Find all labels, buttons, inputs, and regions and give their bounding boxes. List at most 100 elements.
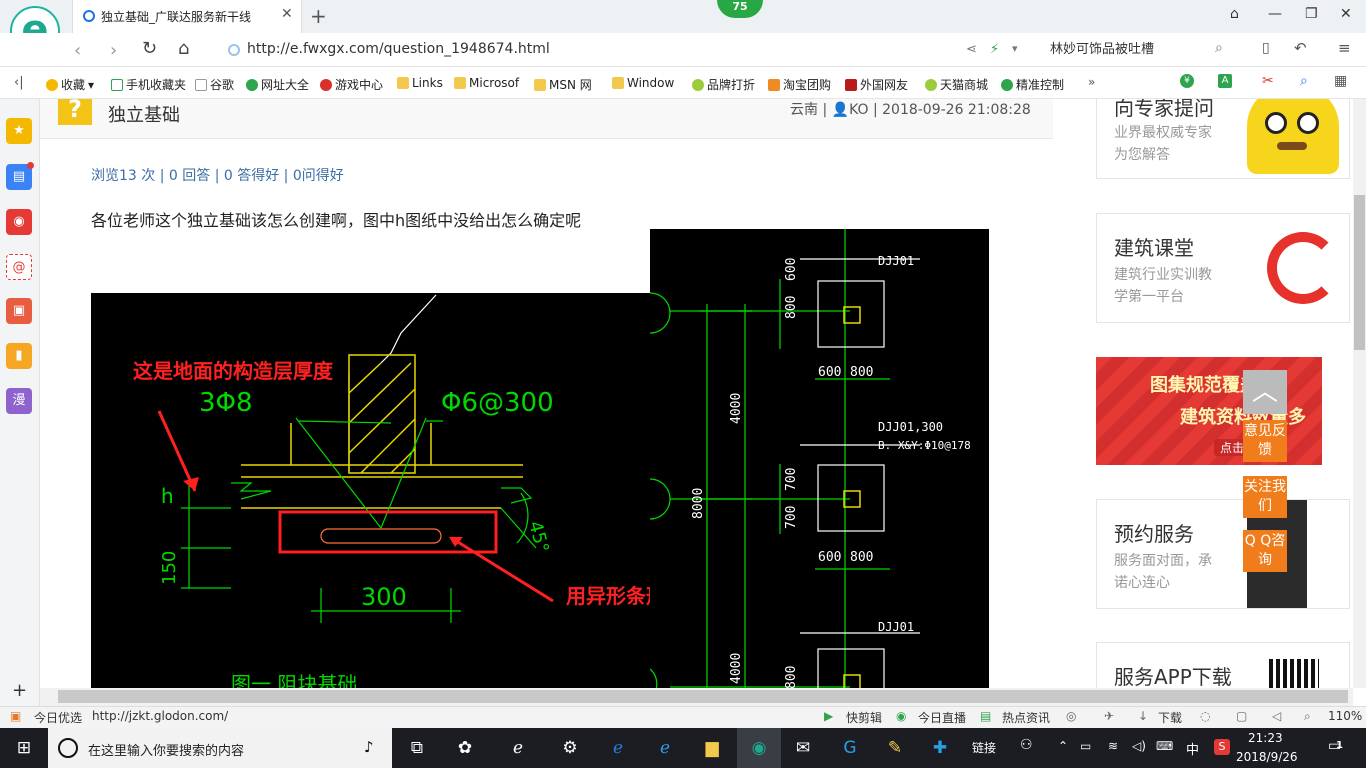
news-link[interactable]: 今日优选 bbox=[34, 709, 82, 726]
close-window-icon[interactable]: ✕ bbox=[1340, 6, 1352, 22]
live-link[interactable]: 今日直播 bbox=[918, 709, 966, 726]
weibo-icon[interactable]: ◉ bbox=[6, 209, 32, 235]
download-link[interactable]: 下载 bbox=[1158, 709, 1182, 726]
mail-icon[interactable]: @ bbox=[6, 254, 32, 280]
windows-start-icon[interactable]: ⊞ bbox=[9, 734, 39, 762]
volume-icon[interactable]: ◁) bbox=[1132, 739, 1146, 753]
scissors-icon[interactable]: ✂ bbox=[1262, 73, 1274, 89]
browser-status-icon[interactable]: ◌ bbox=[1200, 709, 1210, 723]
back-icon[interactable]: ‹ bbox=[74, 40, 81, 61]
minimize-icon[interactable]: — bbox=[1268, 6, 1282, 22]
bookmark-item[interactable]: MSN 网 bbox=[534, 76, 592, 93]
bookmark-item[interactable]: 网址大全 bbox=[246, 76, 309, 93]
book-icon[interactable]: ▮ bbox=[6, 343, 32, 369]
speed-test-icon[interactable]: ◎ bbox=[1066, 709, 1076, 723]
live-icon[interactable]: ◉ bbox=[896, 709, 906, 723]
bookmark-item[interactable]: 谷歌 bbox=[195, 76, 234, 93]
tab-close-icon[interactable]: ✕ bbox=[281, 6, 293, 22]
pin-icon[interactable]: ✈ bbox=[1104, 709, 1114, 723]
window-icon[interactable]: ▢ bbox=[1236, 709, 1247, 723]
wifi-icon[interactable]: ≋ bbox=[1108, 739, 1118, 753]
site-info-icon[interactable] bbox=[228, 44, 240, 56]
bookmark-item[interactable]: Window bbox=[612, 76, 674, 90]
game-pad-icon[interactable]: ▣ bbox=[6, 298, 32, 324]
maximize-icon[interactable]: ❐ bbox=[1305, 6, 1318, 22]
shield-icon[interactable]: ¥ bbox=[1180, 74, 1194, 88]
mail-app-icon[interactable]: ✉ bbox=[788, 734, 818, 762]
tray-expand-icon[interactable]: ⌃ bbox=[1058, 739, 1068, 753]
bookmark-item[interactable]: 手机收藏夹 bbox=[111, 76, 186, 93]
zoom-level[interactable]: 110% bbox=[1328, 709, 1362, 723]
glodon-app-icon[interactable]: G bbox=[835, 734, 865, 762]
download-icon[interactable]: ↓ bbox=[1138, 709, 1148, 723]
fan-app-icon[interactable]: ✿ bbox=[450, 734, 480, 762]
network-adapter-icon[interactable]: ▭ bbox=[1080, 739, 1091, 753]
back-to-top-icon[interactable]: ︿ bbox=[1243, 370, 1287, 414]
search-icon[interactable]: ⌕ bbox=[1215, 40, 1223, 56]
file-explorer-icon[interactable]: ▆ bbox=[697, 734, 727, 762]
new-tab-icon[interactable]: + bbox=[310, 4, 327, 28]
bookmark-favorites[interactable]: 收藏 ▾ bbox=[46, 76, 94, 93]
hot-news-link[interactable]: 热点资讯 bbox=[1002, 709, 1050, 726]
speed-icon[interactable]: ⚡ bbox=[990, 42, 999, 57]
bookmark-item[interactable]: 淘宝团购 bbox=[768, 76, 831, 93]
atlas-banner[interactable]: 图集规范覆盖广 建筑资料数量多 点击查看 bbox=[1096, 357, 1322, 465]
home-icon[interactable]: ⌂ bbox=[178, 38, 189, 59]
author[interactable]: KO bbox=[849, 102, 868, 118]
bookmark-item[interactable]: Microsof bbox=[454, 76, 519, 90]
follow-button[interactable]: 关注我们 bbox=[1243, 476, 1287, 518]
vertical-scroll-thumb[interactable] bbox=[1354, 195, 1365, 350]
settings-app-icon[interactable]: ⚙ bbox=[555, 734, 585, 762]
hot-news-icon[interactable]: ▤ bbox=[980, 709, 991, 723]
refresh-icon[interactable]: ↻ bbox=[142, 38, 157, 59]
zoom-icon[interactable]: ⌕ bbox=[1304, 709, 1311, 724]
task-view-icon[interactable]: ⧉ bbox=[402, 734, 432, 762]
gift-icon[interactable]: ▣ bbox=[10, 709, 21, 723]
taskbar-search[interactable]: 在这里输入你要搜索的内容 ♪ bbox=[48, 728, 392, 768]
browser-active-icon[interactable]: ◉ bbox=[744, 734, 774, 762]
people-icon[interactable]: ⚇ bbox=[1020, 737, 1033, 753]
favorites-star-icon[interactable]: ★ bbox=[6, 118, 32, 144]
search-input[interactable] bbox=[1050, 40, 1210, 55]
phone-icon[interactable]: ▯ bbox=[1262, 40, 1270, 56]
clock-time[interactable]: 21:23 bbox=[1248, 731, 1283, 745]
sound-icon[interactable]: ◁ bbox=[1272, 709, 1281, 723]
plus-app-icon[interactable]: ✚ bbox=[925, 734, 955, 762]
ime-indicator[interactable]: 中 bbox=[1186, 739, 1199, 758]
keyboard-icon[interactable]: ⌨ bbox=[1156, 739, 1173, 753]
expert-card[interactable]: 向专家提问 业界最权威专家 为您解答 bbox=[1096, 99, 1350, 179]
ie-icon[interactable]: ℯ bbox=[650, 734, 680, 762]
collapse-sidebar-icon[interactable]: ‹| bbox=[14, 75, 24, 90]
links-toolbar[interactable]: 链接 bbox=[972, 739, 996, 756]
notes-app-icon[interactable]: ✎ bbox=[880, 734, 910, 762]
clip-icon[interactable]: ▶ bbox=[824, 709, 833, 723]
add-icon[interactable]: + bbox=[12, 680, 27, 701]
magnifier-icon[interactable]: ⌕ bbox=[1300, 73, 1308, 89]
course-card[interactable]: 建筑课堂 建筑行业实训教 学第一平台 bbox=[1096, 213, 1350, 323]
grid-icon[interactable]: ▦ bbox=[1334, 73, 1347, 89]
bookmark-item[interactable]: Links bbox=[397, 76, 443, 90]
horizontal-scroll-thumb[interactable] bbox=[58, 690, 1348, 703]
browser-e-icon[interactable]: ℯ bbox=[503, 734, 533, 762]
sogou-ime-icon[interactable]: S bbox=[1214, 739, 1230, 755]
skin-icon[interactable]: ⌂ bbox=[1230, 6, 1239, 22]
bookmark-item[interactable]: 游戏中心 bbox=[320, 76, 383, 93]
translate-icon[interactable]: A bbox=[1218, 74, 1232, 88]
comic-icon[interactable]: 漫 bbox=[6, 388, 32, 414]
edge-icon[interactable]: ℯ bbox=[603, 734, 633, 762]
microphone-icon[interactable]: ♪ bbox=[364, 738, 374, 756]
feedback-button[interactable]: 意见反馈 bbox=[1243, 420, 1287, 462]
share-icon[interactable]: ⋖ bbox=[966, 42, 977, 57]
undo-icon[interactable]: ↶ bbox=[1294, 39, 1307, 57]
clock-date[interactable]: 2018/9/26 bbox=[1236, 750, 1298, 764]
bookmark-item[interactable]: 精准控制 bbox=[1001, 76, 1064, 93]
bookmark-item[interactable]: 外国网友 bbox=[845, 76, 908, 93]
bookmark-item[interactable]: 品牌打折 bbox=[692, 76, 755, 93]
kuaijianji-link[interactable]: 快剪辑 bbox=[846, 709, 882, 726]
chevron-down-icon[interactable]: ▾ bbox=[1012, 42, 1018, 55]
bookmark-item[interactable]: 天猫商城 bbox=[925, 76, 988, 93]
vertical-scrollbar[interactable] bbox=[1353, 99, 1366, 688]
tab-active[interactable]: 独立基础_广联达服务新干线 ✕ bbox=[72, 0, 302, 33]
forward-icon[interactable]: › bbox=[110, 40, 117, 61]
more-bookmarks-icon[interactable]: » bbox=[1088, 75, 1095, 89]
